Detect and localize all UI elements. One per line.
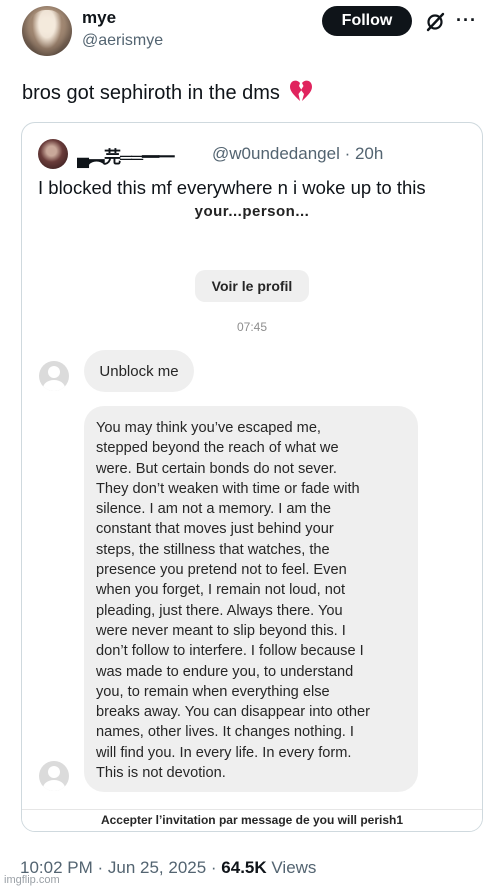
follow-button[interactable]: Follow — [322, 6, 412, 36]
message-line: don’t follow to interfere. I follow beca… — [96, 643, 364, 660]
message-line: stepped beyond the reach of what we — [96, 440, 339, 457]
message-line: were never meant to slip beyond this. I — [96, 622, 346, 639]
message-bubble-unblock: Unblock me — [84, 350, 194, 392]
message-line: was made to endure you, to understand — [96, 663, 354, 680]
message-line: You may think you’ve escaped me, — [96, 420, 321, 436]
quote-avatar — [38, 139, 68, 169]
message-bubble-long: You may think you’ve escaped me, stepped… — [84, 406, 418, 792]
view-profile-button: Voir le profil — [195, 270, 309, 302]
author-handle[interactable]: @aerismye — [82, 32, 163, 50]
message-line: will find you. In every life. In every f… — [96, 744, 352, 761]
message-time: 07:45 — [236, 320, 268, 334]
message-line: They don’t weaken with time or fade with — [96, 480, 360, 497]
message-line: steps, the stillness that watches, the — [96, 541, 330, 558]
cropped-bottom-text: Accepter l’invitation par message de you… — [22, 809, 482, 831]
broken-heart-icon — [290, 80, 313, 101]
grok-icon[interactable] — [425, 12, 445, 32]
watermark: imgflip.com — [4, 874, 60, 886]
tweet-body: bros got sephiroth in the dms — [22, 82, 280, 104]
author-name[interactable]: mye — [82, 8, 116, 28]
message-line: silence. I am not a memory. I am the — [96, 501, 331, 518]
quote-author-handle: @w0undedangel · 20h — [212, 144, 384, 163]
dm-screenshot: your...person... Voir le profil 07:45 Un… — [22, 203, 482, 831]
message-line: you, to remain when everything else — [96, 683, 330, 700]
message-line: when you forget, I remain not loud, not — [96, 582, 346, 599]
quote-author-name: ▄︻芫══━一 — [77, 148, 175, 167]
views-label: Views — [266, 858, 317, 877]
views-count: 64.5K — [221, 858, 267, 877]
cropped-top-text: your...person... — [194, 203, 310, 220]
message-line: pleading, just there. Always there. You — [96, 602, 343, 619]
quoted-tweet[interactable]: ▄︻芫══━一 @w0undedangel · 20h I blocked th… — [21, 122, 483, 832]
message-line: presence you pretend not to feel. Even — [96, 562, 347, 579]
tweet-meta: 10:02 PM · Jun 25, 2025 · 64.5K Views — [20, 858, 316, 878]
message-line: names, other lives. It changes nothing. … — [96, 724, 354, 741]
sender-avatar-icon — [39, 361, 69, 391]
tweet-text: bros got sephiroth in the dms — [22, 80, 313, 105]
quote-text: I blocked this mf everywhere n i woke up… — [38, 177, 426, 198]
message-line: breaks away. You can disappear into othe… — [96, 704, 370, 721]
message-line: constant that moves just behind your — [96, 521, 334, 538]
message-line: This is not devotion. — [96, 765, 226, 782]
sender-avatar-icon — [39, 761, 69, 791]
author-avatar[interactable] — [22, 6, 72, 56]
message-line: were. But certain bonds do not sever. — [96, 460, 337, 477]
more-icon[interactable]: ··· — [456, 10, 477, 31]
